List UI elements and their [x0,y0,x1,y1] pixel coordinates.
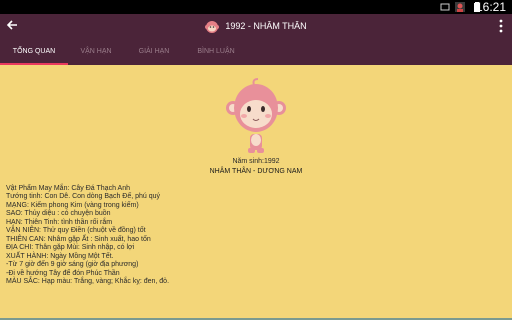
birth-year: Năm sinh:1992 [232,158,280,165]
detail-line: THIÊN CAN: Nhâm gặp Ất : Sinh xuất, hao … [6,235,151,243]
app-bar: 1992 - NHÂM THÂN [0,14,512,38]
title-text: 1992 - NHÂM THÂN [225,21,307,31]
detail-line: VẬN NIÊN: Thử quy Điền (chuột về đồng) t… [6,227,146,235]
monkey-avatar-icon [205,20,220,33]
tab-van-han[interactable]: VẬN HẠN [68,38,124,65]
details-list: Vật Phẩm May Mắn: Cây Đá Thạch Anh Tướng… [6,185,169,286]
tab-giai-han[interactable]: GIẢI HẠN [124,38,184,65]
tab-label: TỔNG QUAN [12,48,56,55]
detail-line: ĐỊA CHI: Thân gặp Mùi: Sinh nhập, có lợi [6,244,135,252]
tab-bar: TỔNG QUAN VẬN HẠN GIẢI HẠN BÌNH LUẬN [0,38,512,65]
detail-line: -Từ 7 giờ đến 9 giờ sáng (giờ địa phương… [6,261,139,269]
tab-label: GIẢI HẠN [138,48,170,55]
detail-line: -Đi về hướng Tây để đón Phúc Thần [6,269,120,277]
status-time: 16:21 [475,0,506,14]
detail-line: XUẤT HÀNH: Ngày Mồng Một Tết. [6,252,114,260]
status-bar: 16:21 [0,0,512,14]
tab-label: VẬN HẠN [80,48,112,55]
page-title: 1992 - NHÂM THÂN [0,14,512,38]
screenshot-icon [440,3,450,11]
overview-content: Năm sinh:1992 NHÂM THÂN - DƯƠNG NAM Vật … [0,65,512,320]
tab-tong-quan[interactable]: TỔNG QUAN [0,38,68,65]
tab-binh-luan[interactable]: BÌNH LUẬN [184,38,248,65]
detail-line: SAO: Thủy diệu : có chuyện buồn [6,210,111,218]
detail-line: MÀU SẮC: Hạp màu: Trắng, vàng; Khắc kỵ: … [6,277,170,285]
monkey-mascot-icon [226,78,286,153]
zodiac-name: NHÂM THÂN - DƯƠNG NAM [209,168,303,175]
detail-line: HẠN: Thiên Tinh: tình thần rối rắm [6,218,113,226]
detail-line: Tướng tinh: Con Dê. Con dòng Bạch Đế, ph… [6,193,161,201]
tab-label: BÌNH LUẬN [197,48,235,55]
overflow-menu-icon[interactable] [498,19,504,33]
user-avatar-icon [455,2,465,12]
